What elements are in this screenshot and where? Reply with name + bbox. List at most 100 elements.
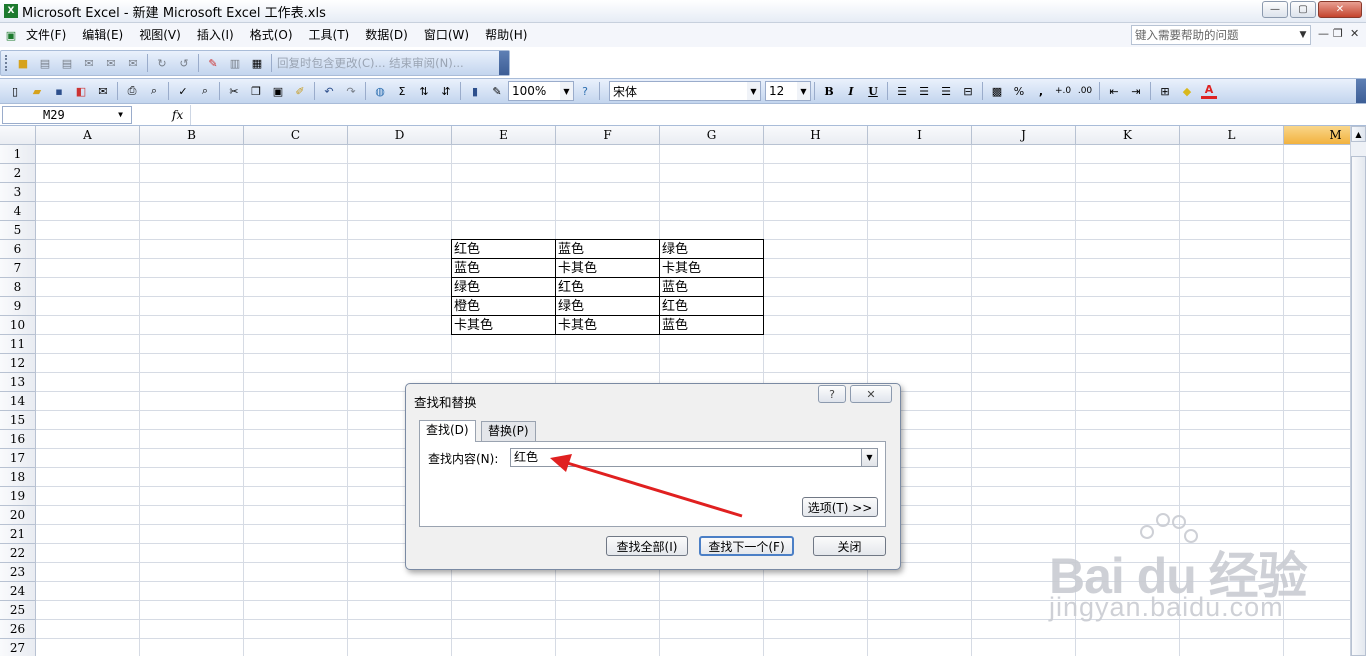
column-header-G[interactable]: G [660, 126, 764, 145]
chart-wizard-icon[interactable]: ▮ [467, 83, 483, 99]
help-question-input[interactable]: 键入需要帮助的问题 ▼ [1131, 25, 1311, 45]
row-header-14[interactable]: 14 [0, 392, 36, 411]
formula-input[interactable] [190, 105, 1366, 125]
row-header-2[interactable]: 2 [0, 164, 36, 183]
sort-descending-icon[interactable]: ⇵ [438, 83, 454, 99]
row-header-26[interactable]: 26 [0, 620, 36, 639]
permission-icon[interactable]: ◧ [73, 83, 89, 99]
menu-view[interactable]: 视图(V) [131, 23, 189, 47]
maximize-button[interactable]: ▢ [1290, 1, 1316, 18]
row-header-1[interactable]: 1 [0, 145, 36, 164]
undo-icon[interactable]: ↶ [321, 83, 337, 99]
name-box[interactable]: M29 ▼ [2, 106, 132, 124]
open-icon[interactable]: ▰ [29, 83, 45, 99]
row-header-16[interactable]: 16 [0, 430, 36, 449]
cell-E9[interactable]: 橙色 [452, 297, 556, 316]
doc-icon[interactable]: ▤ [59, 55, 75, 71]
row-header-8[interactable]: 8 [0, 278, 36, 297]
column-header-K[interactable]: K [1076, 126, 1180, 145]
envelope-icon[interactable]: ✉ [81, 55, 97, 71]
comment-icon[interactable]: ▦ [249, 55, 265, 71]
menu-tools[interactable]: 工具(T) [301, 23, 358, 47]
cell-G10[interactable]: 蓝色 [660, 316, 764, 335]
zoom-select[interactable]: 100% ▼ [508, 81, 574, 101]
column-header-M[interactable]: M [1284, 126, 1350, 145]
cell-G8[interactable]: 蓝色 [660, 278, 764, 297]
row-header-22[interactable]: 22 [0, 544, 36, 563]
hyperlink-icon[interactable]: ◍ [372, 83, 388, 99]
chevron-down-icon[interactable]: ▼ [1296, 26, 1310, 44]
save-icon[interactable]: ▪ [51, 83, 67, 99]
find-all-button[interactable]: 查找全部(I) [606, 536, 688, 556]
chevron-down-icon[interactable]: ▼ [797, 82, 810, 100]
cell-F7[interactable]: 卡其色 [556, 259, 660, 278]
spelling-icon[interactable]: ✓ [175, 83, 191, 99]
column-header-C[interactable]: C [244, 126, 348, 145]
cell-E6[interactable]: 红色 [452, 240, 556, 259]
row-header-13[interactable]: 13 [0, 373, 36, 392]
row-header-21[interactable]: 21 [0, 525, 36, 544]
column-header-J[interactable]: J [972, 126, 1076, 145]
cell-F8[interactable]: 红色 [556, 278, 660, 297]
print-preview-icon[interactable]: ⌕ [146, 83, 162, 99]
autosum-icon[interactable]: Σ [394, 83, 410, 99]
copy-icon[interactable]: ❐ [248, 83, 264, 99]
minimize-button[interactable]: — [1262, 1, 1288, 18]
font-size-select[interactable]: 12 ▼ [765, 81, 811, 101]
row-header-5[interactable]: 5 [0, 221, 36, 240]
research-icon[interactable]: ⌕ [197, 83, 213, 99]
tab-find[interactable]: 查找(D) [419, 420, 476, 442]
row-header-15[interactable]: 15 [0, 411, 36, 430]
align-left-icon[interactable]: ☰ [894, 83, 910, 99]
options-button[interactable]: 选项(T) >> [802, 497, 878, 517]
cell-E8[interactable]: 绿色 [452, 278, 556, 297]
row-header-3[interactable]: 3 [0, 183, 36, 202]
column-header-E[interactable]: E [452, 126, 556, 145]
menu-insert[interactable]: 插入(I) [189, 23, 242, 47]
help-button[interactable]: ? [818, 385, 846, 403]
column-header-F[interactable]: F [556, 126, 660, 145]
cell-E10[interactable]: 卡其色 [452, 316, 556, 335]
paste-icon[interactable]: ▣ [270, 83, 286, 99]
new-icon[interactable]: ▯ [7, 83, 23, 99]
toolbar-grip[interactable] [5, 55, 8, 71]
row-header-11[interactable]: 11 [0, 335, 36, 354]
track-icon[interactable]: ↺ [176, 55, 192, 71]
accept-change-icon[interactable]: ✎ [205, 55, 221, 71]
currency-icon[interactable]: ▩ [989, 83, 1005, 99]
increase-decimal-icon[interactable]: +.0 [1055, 83, 1071, 99]
row-header-24[interactable]: 24 [0, 582, 36, 601]
column-header-B[interactable]: B [140, 126, 244, 145]
find-next-button[interactable]: 查找下一个(F) [699, 536, 794, 556]
workbook-icon[interactable]: ▣ [3, 27, 19, 43]
cell-F10[interactable]: 卡其色 [556, 316, 660, 335]
row-header-6[interactable]: 6 [0, 240, 36, 259]
menu-data[interactable]: 数据(D) [357, 23, 416, 47]
reject-change-icon[interactable]: ▥ [227, 55, 243, 71]
cell-F6[interactable]: 蓝色 [556, 240, 660, 259]
font-color-button[interactable]: A [1201, 83, 1217, 99]
cell-G9[interactable]: 红色 [660, 297, 764, 316]
doc-restore-icon[interactable]: ❐ [1333, 27, 1343, 40]
drawing-icon[interactable]: ✎ [489, 83, 505, 99]
column-header-H[interactable]: H [764, 126, 868, 145]
envelope-icon[interactable]: ✉ [125, 55, 141, 71]
chevron-down-icon[interactable]: ▼ [861, 449, 877, 466]
column-header-D[interactable]: D [348, 126, 452, 145]
sort-ascending-icon[interactable]: ⇅ [416, 83, 432, 99]
close-dialog-button[interactable]: ✕ [850, 385, 892, 403]
row-header-25[interactable]: 25 [0, 601, 36, 620]
column-header-I[interactable]: I [868, 126, 972, 145]
align-right-icon[interactable]: ☰ [938, 83, 954, 99]
help-icon[interactable]: ? [577, 83, 593, 99]
toolbar-options[interactable] [499, 51, 509, 75]
scroll-up-button[interactable]: ▲ [1351, 126, 1366, 142]
cell-G6[interactable]: 绿色 [660, 240, 764, 259]
row-header-9[interactable]: 9 [0, 297, 36, 316]
percent-button[interactable]: % [1011, 83, 1027, 99]
row-header-23[interactable]: 23 [0, 563, 36, 582]
borders-icon[interactable]: ⊞ [1157, 83, 1173, 99]
column-header-A[interactable]: A [36, 126, 140, 145]
menu-edit[interactable]: 编辑(E) [74, 23, 131, 47]
email-icon[interactable]: ✉ [95, 83, 111, 99]
